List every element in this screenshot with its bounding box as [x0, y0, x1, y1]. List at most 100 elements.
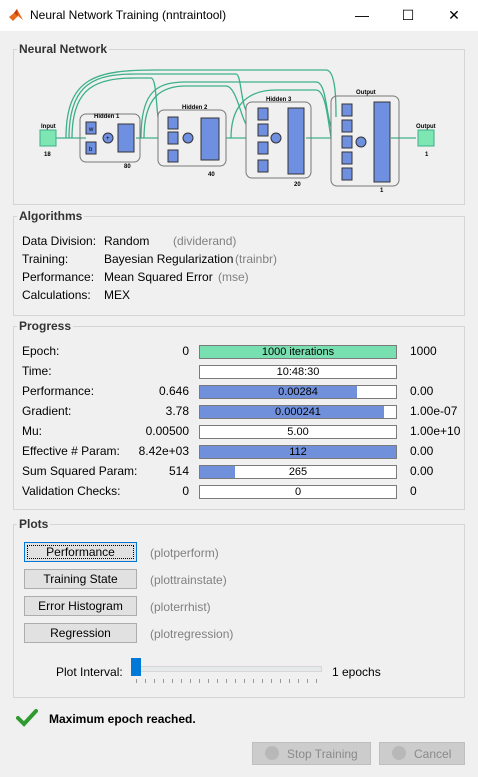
- algorithm-row: Data Division: Random (dividerand): [22, 234, 236, 248]
- maximize-button[interactable]: ☐: [385, 0, 431, 31]
- algorithm-label: Data Division:: [22, 234, 97, 248]
- progress-end-value: 1000: [410, 344, 437, 358]
- progress-bar: 0.00284: [199, 385, 397, 399]
- stop-icon: [265, 746, 279, 760]
- slider-tick: [226, 679, 227, 683]
- progress-bar-value: 5.00: [287, 426, 309, 438]
- progress-label: Epoch:: [22, 344, 60, 358]
- input-label: Input: [41, 124, 56, 130]
- progress-end-value: 0.00: [410, 384, 434, 398]
- plot-interval-slider-thumb[interactable]: [131, 658, 141, 676]
- algorithm-row: Performance: Mean Squared Error (mse): [22, 270, 249, 284]
- title-bar: Neural Network Training (nntraintool) — …: [0, 0, 478, 31]
- input-size: 18: [44, 152, 51, 158]
- stop-training-button[interactable]: Stop Training: [252, 742, 371, 765]
- progress-label: Effective # Param:: [22, 444, 120, 458]
- regression-plot-button[interactable]: Regression: [24, 623, 137, 643]
- progress-bar-value: 1000 iterations: [261, 346, 335, 358]
- progress-end-value: 1.00e+10: [410, 424, 461, 438]
- slider-tick: [163, 679, 164, 683]
- algorithm-function: (mse): [218, 270, 249, 284]
- slider-tick: [172, 679, 173, 683]
- progress-section-label: Progress: [17, 319, 74, 333]
- plot-function: (plotperform): [150, 546, 219, 560]
- algorithms-section-label: Algorithms: [17, 209, 85, 223]
- algorithm-row: Calculations: MEX: [22, 288, 130, 302]
- hidden3-label: Hidden 3: [266, 97, 292, 103]
- cancel-icon: [392, 746, 406, 760]
- plot-function: (ploterrhist): [150, 600, 211, 614]
- algorithm-label: Calculations:: [22, 288, 91, 302]
- progress-bar-value: 112: [289, 446, 307, 458]
- hidden2-size: 40: [208, 172, 215, 178]
- algorithm-value: MEX: [104, 288, 131, 302]
- progress-end-value: 0: [410, 484, 417, 498]
- progress-label: Time:: [22, 364, 52, 378]
- algorithm-label: Training:: [22, 252, 69, 266]
- output-size: 1: [425, 152, 429, 158]
- slider-tick: [298, 679, 299, 683]
- window-title: Neural Network Training (nntraintool): [30, 8, 227, 22]
- algorithm-row: Training: Bayesian Regularization (train…: [22, 252, 277, 266]
- plot-interval-label: Plot Interval:: [56, 665, 123, 679]
- plot-function: (plotregression): [150, 627, 234, 641]
- output-layer-size: 1: [380, 188, 384, 194]
- algorithm-value: Mean Squared Error: [104, 270, 213, 284]
- cancel-label: Cancel: [414, 747, 452, 761]
- progress-label: Performance:: [22, 384, 95, 398]
- error-histogram-plot-button[interactable]: Error Histogram: [24, 596, 137, 616]
- slider-tick: [217, 679, 218, 683]
- progress-bar-value: 265: [288, 466, 308, 478]
- algorithm-function: (trainbr): [235, 252, 278, 266]
- slider-tick: [154, 679, 155, 683]
- slider-tick: [307, 679, 308, 683]
- plot-interval-slider-track[interactable]: [132, 666, 322, 672]
- progress-bar: 5.00: [199, 425, 397, 439]
- output-label: Output: [416, 124, 436, 130]
- checkmark-icon: [16, 709, 38, 727]
- progress-start-value: 514: [168, 464, 189, 478]
- plots-section-label: Plots: [17, 517, 51, 531]
- progress-bar: 10:48:30: [199, 365, 397, 379]
- algorithm-value: Random: [104, 234, 150, 248]
- slider-tick: [280, 679, 281, 683]
- algorithm-value: Bayesian Regularization: [104, 252, 234, 266]
- slider-tick: [145, 679, 146, 683]
- training-state-plot-button[interactable]: Training State: [24, 569, 137, 589]
- slider-tick: [262, 679, 263, 683]
- progress-start-value: 3.78: [165, 404, 189, 418]
- slider-tick: [316, 679, 317, 683]
- cancel-button[interactable]: Cancel: [379, 742, 465, 765]
- hidden1-size: 80: [124, 164, 131, 170]
- progress-label: Gradient:: [22, 404, 72, 418]
- progress-bar-value: 0.000241: [275, 406, 321, 418]
- progress-bar: 265: [199, 465, 397, 479]
- progress-label: Sum Squared Param:: [22, 464, 138, 478]
- slider-tick: [190, 679, 191, 683]
- slider-tick: [244, 679, 245, 683]
- slider-tick: [289, 679, 290, 683]
- close-button[interactable]: ✕: [431, 0, 477, 31]
- progress-bar: 1000 iterations: [199, 345, 397, 359]
- minimize-button[interactable]: —: [339, 0, 385, 31]
- slider-tick: [253, 679, 254, 683]
- network-diagram: Input 18 Hidden 1 80 Hidden 2 40 Hidden …: [39, 69, 436, 194]
- hidden3-size: 20: [294, 182, 301, 188]
- weight-glyph: w: [88, 127, 94, 133]
- progress-start-value: 0: [182, 484, 189, 498]
- progress-end-value: 0.00: [410, 464, 434, 478]
- progress-bar: 0: [199, 485, 397, 499]
- progress-start-value: 0.646: [158, 384, 189, 398]
- sum-glyph: +: [106, 136, 110, 142]
- progress-label: Mu:: [22, 424, 43, 438]
- performance-plot-button[interactable]: Performance: [24, 542, 137, 562]
- progress-bar: 0.000241: [199, 405, 397, 419]
- algorithm-label: Performance:: [22, 270, 95, 284]
- progress-bar: 112: [199, 445, 397, 459]
- progress-label: Validation Checks:: [22, 484, 121, 498]
- stop-training-label: Stop Training: [287, 747, 358, 761]
- hidden1-label: Hidden 1: [94, 114, 120, 120]
- progress-start-value: 0.00500: [145, 424, 189, 438]
- hidden2-label: Hidden 2: [182, 105, 208, 111]
- plot-interval-value: 1 epochs: [332, 665, 381, 679]
